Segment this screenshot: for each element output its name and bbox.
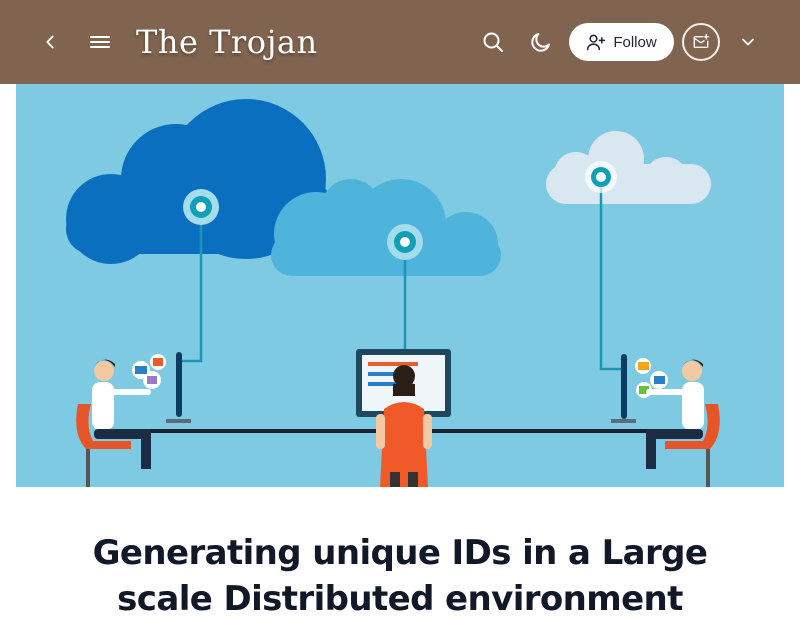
person-right	[611, 354, 720, 487]
blog-header: The Trojan Follow	[0, 0, 800, 84]
theme-toggle-button[interactable]	[525, 26, 557, 58]
person-left	[76, 352, 191, 487]
search-button[interactable]	[477, 26, 509, 58]
cloud-network-illustration	[66, 99, 720, 487]
cloud-right	[546, 131, 711, 204]
newsletter-button[interactable]	[682, 23, 720, 61]
search-icon	[483, 32, 503, 52]
user-plus-icon	[587, 34, 606, 51]
cloud-middle	[271, 179, 501, 276]
article-title: Generating unique IDs in a Large scale D…	[92, 533, 708, 619]
menu-button[interactable]	[84, 26, 116, 58]
blog-title[interactable]: The Trojan	[136, 18, 318, 66]
chevron-down-icon	[742, 38, 754, 46]
follow-label: Follow	[613, 33, 657, 51]
person-middle	[356, 349, 451, 487]
back-button[interactable]	[34, 26, 66, 58]
chevron-left-icon	[46, 35, 54, 49]
more-options-button[interactable]	[732, 26, 764, 58]
cover-image	[16, 84, 784, 487]
newsletter-mail-icon	[693, 33, 710, 48]
hamburger-menu-icon	[90, 36, 110, 48]
moon-icon	[531, 33, 550, 52]
follow-button[interactable]: Follow	[569, 23, 674, 61]
